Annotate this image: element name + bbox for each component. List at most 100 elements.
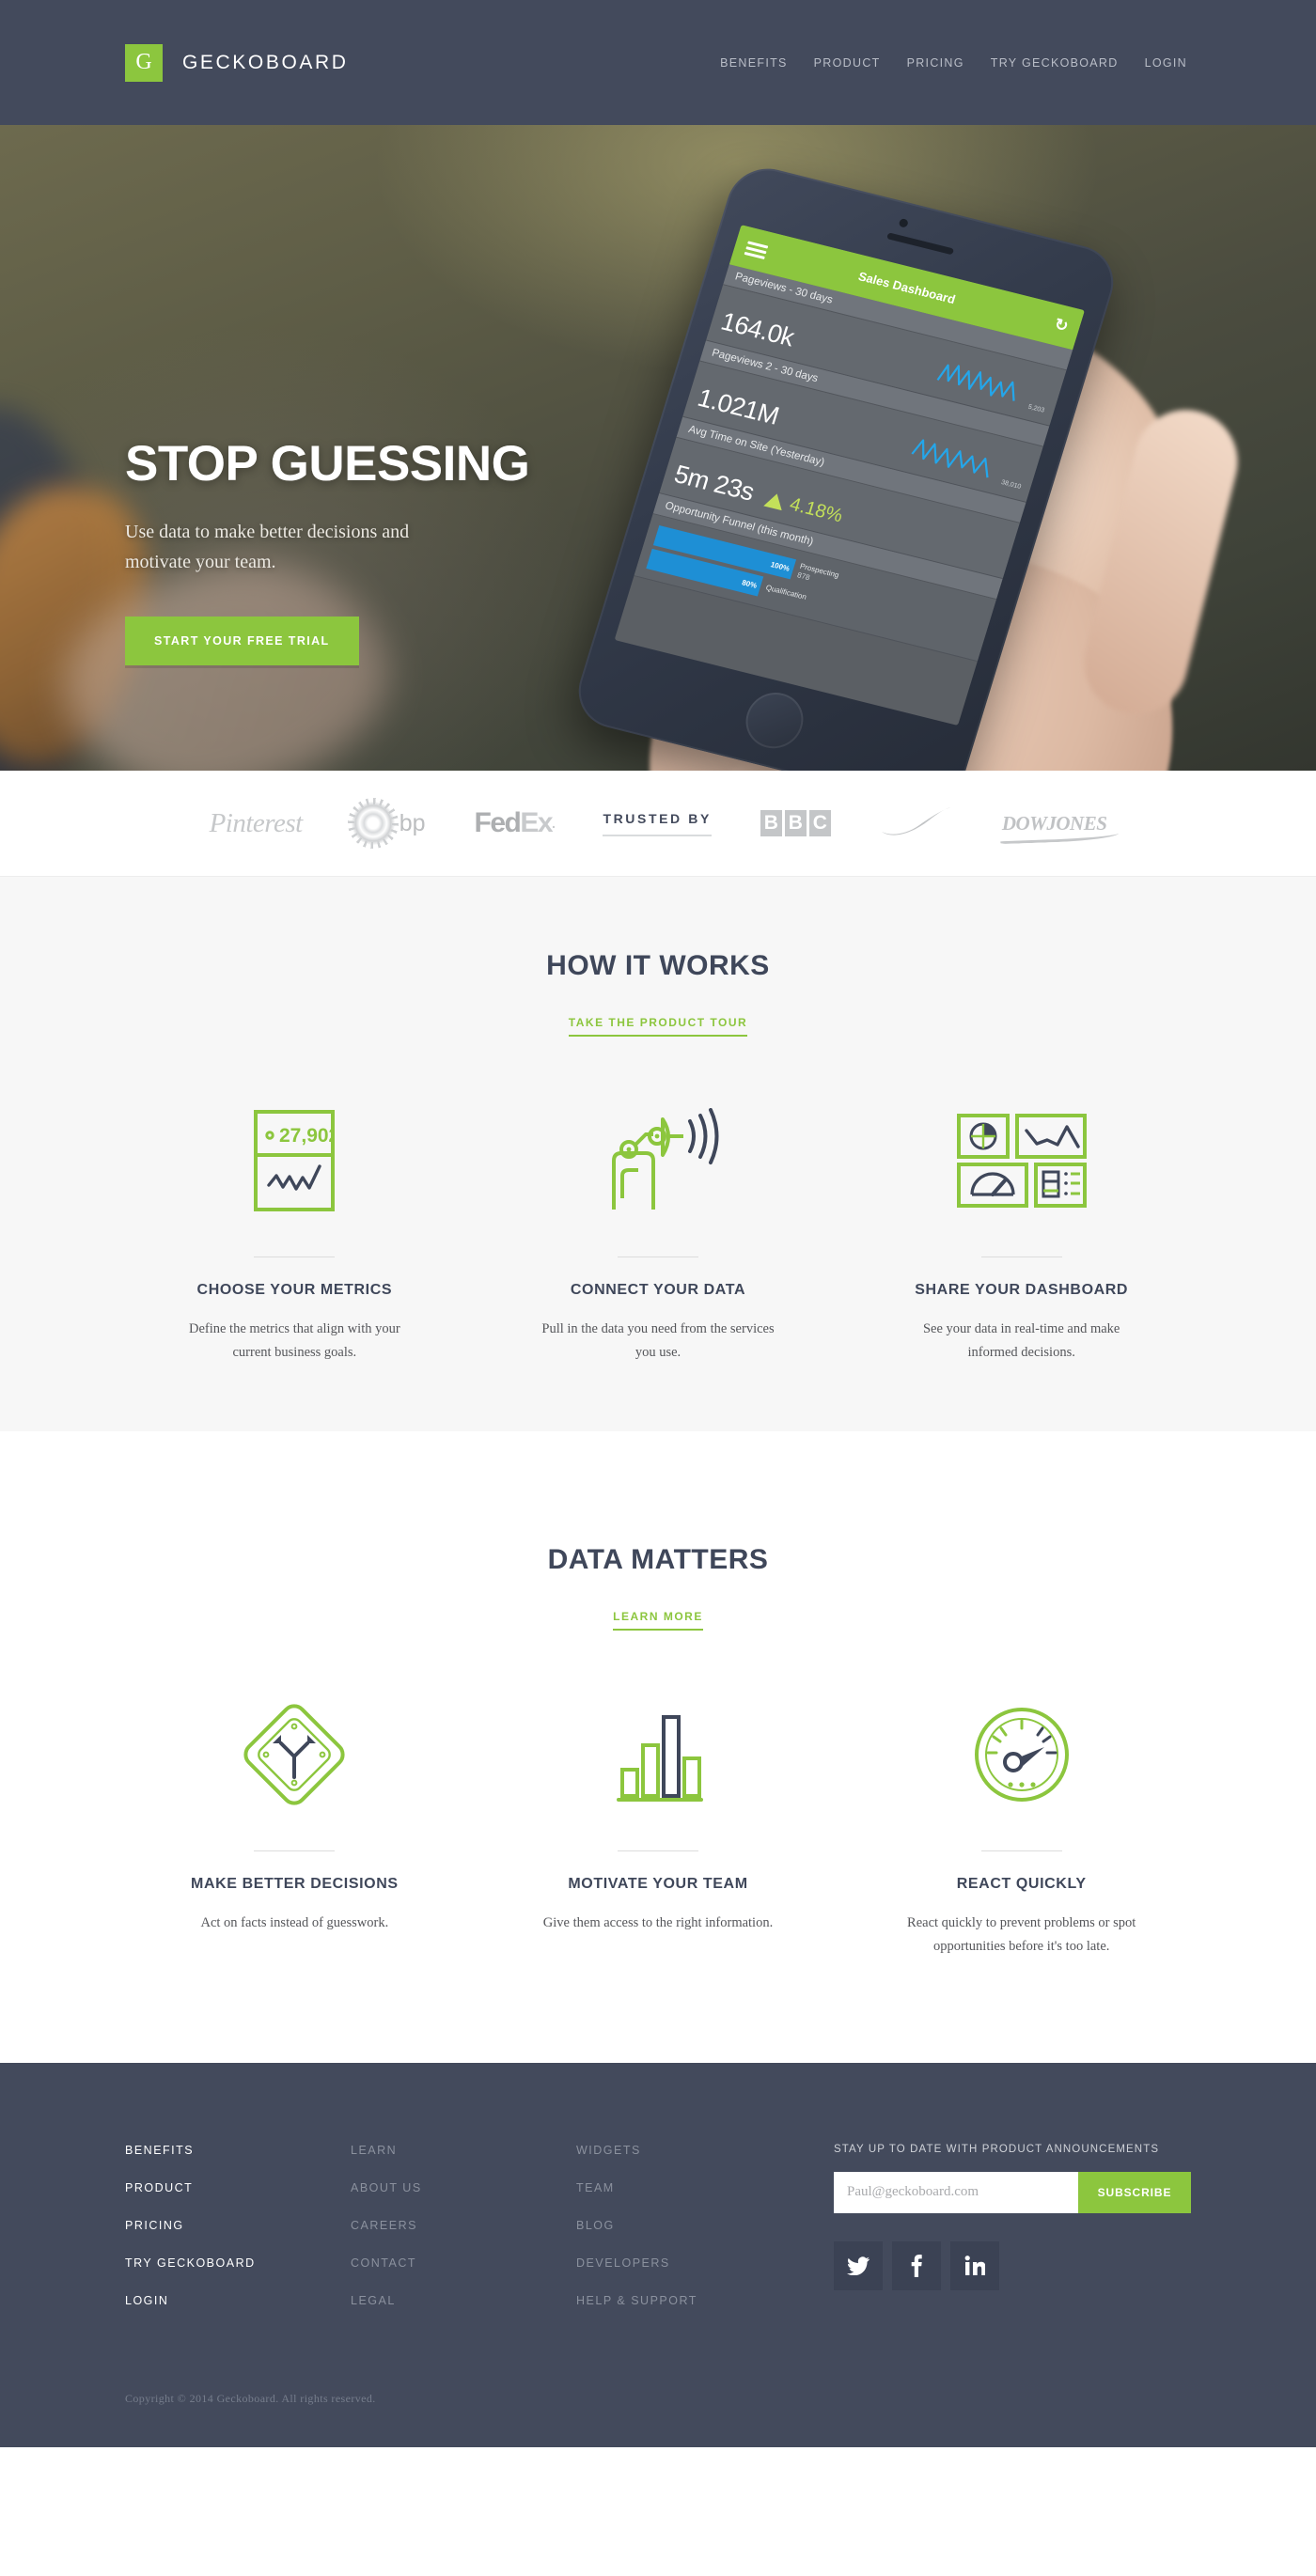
column-description: See your data in real-time and make info… — [922, 1321, 1120, 1361]
column-description: Pull in the data you need from the servi… — [541, 1321, 775, 1361]
hamburger-icon[interactable] — [744, 238, 770, 261]
bp-logo-icon: bp — [351, 802, 426, 845]
funnel-bar-pct: 100% — [769, 559, 791, 573]
social-links — [834, 2240, 1191, 2290]
bar-chart-icon — [613, 1698, 703, 1811]
newsletter-signup: STAY UP TO DATE WITH PRODUCT ANNOUNCEMEN… — [834, 2144, 1191, 2332]
footer-link-benefits[interactable]: BENEFITS — [125, 2144, 351, 2157]
footer-link-help-support[interactable]: HELP & SUPPORT — [576, 2294, 802, 2307]
metric-widget-icon: 27,902 — [254, 1104, 336, 1217]
column-heading: CONNECT YOUR DATA — [570, 1282, 746, 1298]
how-it-works-section: HOW IT WORKS TAKE THE PRODUCT TOUR 27,90… — [0, 877, 1316, 1431]
fedex-logo-icon: Fed Ex. — [474, 807, 556, 838]
how-it-works-title: HOW IT WORKS — [546, 950, 770, 981]
how-it-works-column-choose-metrics: 27,902 CHOOSE YOUR METRICS Define the me… — [113, 1104, 477, 1366]
linkedin-icon[interactable] — [950, 2240, 999, 2290]
phone-widget-delta-value: 4.18% — [787, 493, 845, 527]
footer-link-developers[interactable]: DEVELOPERS — [576, 2256, 802, 2270]
footer-link-blog[interactable]: BLOG — [576, 2219, 802, 2232]
footer-link-about-us[interactable]: ABOUT US — [351, 2181, 576, 2194]
newsletter-form: SUBSCRIBE — [834, 2171, 1191, 2213]
column-description: React quickly to prevent problems or spo… — [907, 1914, 1136, 1955]
fork-road-sign-svg — [243, 1704, 345, 1805]
start-free-trial-button[interactable]: START YOUR FREE TRIAL — [125, 617, 359, 665]
footer-column-primary: BENEFITS PRODUCT PRICING TRY GECKOBOARD … — [125, 2144, 351, 2332]
speedometer-svg — [974, 1707, 1069, 1802]
brand-logo[interactable]: G GECKOBOARD — [125, 43, 349, 82]
column-description: Define the metrics that align with your … — [188, 1321, 400, 1361]
nav-item-try-geckoboard[interactable]: TRY GECKOBOARD — [991, 56, 1119, 70]
twitter-bird-svg — [847, 2256, 870, 2275]
facebook-f-svg — [911, 2254, 922, 2277]
facebook-icon[interactable] — [892, 2240, 941, 2290]
how-it-works-column-connect-data: CONNECT YOUR DATA Pull in the data you n… — [477, 1104, 840, 1366]
dowjones-logo-icon: DOWJONES — [1001, 811, 1107, 835]
satellite-dish-svg — [612, 1108, 719, 1210]
nav-item-pricing[interactable]: PRICING — [907, 56, 964, 70]
hero-section: Sales Dashboard ↻ Pageviews - 30 days 16… — [0, 125, 1316, 771]
dashboard-grid-svg — [956, 1114, 1087, 1208]
column-heading: SHARE YOUR DASHBOARD — [915, 1282, 1129, 1298]
how-it-works-column-share-dashboard: SHARE YOUR DASHBOARD See your data in re… — [839, 1104, 1203, 1366]
column-divider — [254, 1850, 336, 1851]
funnel-bar-pct: 80% — [741, 577, 759, 590]
hero-copy: STOP GUESSING Use data to make better de… — [125, 435, 530, 665]
hero-subtitle: Use data to make better decisions and mo… — [125, 522, 410, 572]
sparkline-label: 5,203 — [1026, 403, 1045, 414]
nav-item-benefits[interactable]: BENEFITS — [720, 56, 788, 70]
nike-swoosh-svg — [881, 807, 951, 835]
copyright-text: Copyright © 2014 Geckoboard. All rights … — [125, 2391, 376, 2405]
nav-item-login[interactable]: LOGIN — [1145, 56, 1187, 70]
footer-link-legal[interactable]: LEGAL — [351, 2294, 576, 2307]
footer-link-contact[interactable]: CONTACT — [351, 2256, 576, 2270]
metric-widget-svg: 27,902 — [254, 1110, 336, 1211]
fork-road-sign-icon — [243, 1698, 345, 1811]
trusted-by-logo-bar: Pinterest bp Fed Ex. TRUSTED BY BBC DOWJO… — [0, 771, 1316, 877]
twitter-icon[interactable] — [834, 2240, 883, 2290]
footer-link-team[interactable]: TEAM — [576, 2181, 802, 2194]
footer-inner: BENEFITS PRODUCT PRICING TRY GECKOBOARD … — [0, 2144, 1316, 2332]
data-matters-columns: MAKE BETTER DECISIONS Act on facts inste… — [0, 1698, 1316, 1959]
hero-title: STOP GUESSING — [125, 436, 530, 492]
bar-chart-svg — [617, 1714, 703, 1802]
footer-link-careers[interactable]: CAREERS — [351, 2219, 576, 2232]
footer-link-pricing[interactable]: PRICING — [125, 2219, 351, 2232]
data-matters-column-better-decisions: MAKE BETTER DECISIONS Act on facts inste… — [113, 1698, 477, 1959]
funnel-stage-name: Qualification — [764, 583, 808, 601]
column-heading: CHOOSE YOUR METRICS — [196, 1282, 393, 1298]
take-product-tour-link[interactable]: TAKE THE PRODUCT TOUR — [568, 1016, 748, 1037]
trusted-by-text: TRUSTED BY — [603, 810, 712, 826]
footer-column-company: LEARN ABOUT US CAREERS CONTACT LEGAL — [351, 2144, 576, 2332]
satellite-dish-icon — [597, 1104, 719, 1217]
data-matters-column-motivate-team: MOTIVATE YOUR TEAM Give them access to t… — [477, 1698, 840, 1959]
linkedin-in-svg — [964, 2255, 985, 2275]
column-description: Act on facts instead of guesswork. — [200, 1914, 389, 1930]
column-divider — [980, 1850, 1062, 1851]
footer-link-widgets[interactable]: WIDGETS — [576, 2144, 802, 2157]
bp-logo-text: bp — [399, 809, 426, 836]
footer-column-resources: WIDGETS TEAM BLOG DEVELOPERS HELP & SUPP… — [576, 2144, 802, 2332]
nike-logo-icon — [880, 807, 953, 839]
footer-link-login[interactable]: LOGIN — [125, 2294, 351, 2307]
data-matters-section: DATA MATTERS LEARN MORE MAKE BETTER DECI… — [0, 1430, 1316, 2063]
column-heading: MOTIVATE YOUR TEAM — [568, 1875, 748, 1892]
nav-item-product[interactable]: PRODUCT — [814, 56, 881, 70]
sparkline-label: 38,010 — [1000, 479, 1022, 491]
footer-link-try-geckoboard[interactable]: TRY GECKOBOARD — [125, 2256, 351, 2270]
brand-name: GECKOBOARD — [182, 51, 349, 73]
geckoboard-logo-icon: G — [125, 43, 163, 82]
dashboard-grid-icon — [956, 1104, 1087, 1217]
data-matters-title: DATA MATTERS — [547, 1543, 769, 1575]
how-it-works-columns: 27,902 CHOOSE YOUR METRICS Define the me… — [0, 1104, 1316, 1366]
column-heading: REACT QUICKLY — [956, 1875, 1087, 1892]
refresh-icon[interactable]: ↻ — [1052, 315, 1070, 336]
footer-link-product[interactable]: PRODUCT — [125, 2181, 351, 2194]
bbc-logo-icon: BBC — [760, 810, 831, 836]
learn-more-link[interactable]: LEARN MORE — [613, 1610, 703, 1631]
subscribe-button[interactable]: SUBSCRIBE — [1078, 2171, 1191, 2213]
footer-link-learn[interactable]: LEARN — [351, 2144, 576, 2157]
speedometer-icon — [973, 1698, 1071, 1811]
bp-sunburst-icon — [351, 802, 395, 845]
email-input[interactable] — [834, 2171, 1078, 2213]
pinterest-logo-icon: Pinterest — [209, 807, 304, 838]
